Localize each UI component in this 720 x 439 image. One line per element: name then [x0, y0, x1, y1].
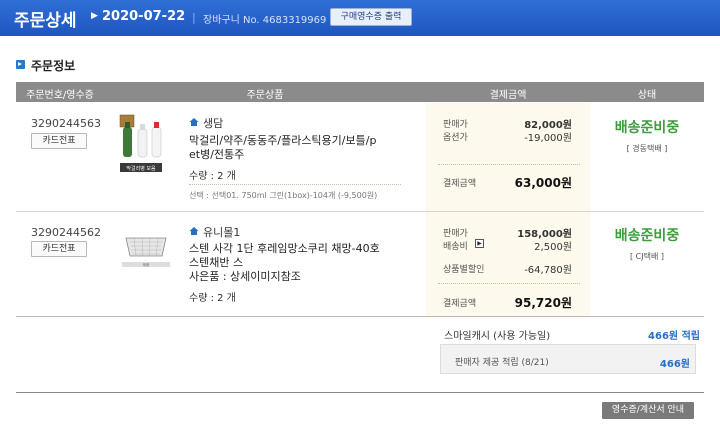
section-divider — [16, 392, 704, 393]
option-text: 선택 : 선택01. 750ml 그린(1box)-104개 (-9,500원) — [189, 191, 378, 200]
product-thumbnail[interactable]: 막걸리병 모음 — [118, 113, 174, 175]
row-divider — [16, 316, 704, 317]
home-icon[interactable] — [189, 226, 199, 236]
divider — [438, 164, 580, 165]
thumbnail-caption: 제품 — [143, 262, 150, 267]
status-badge: 배송준비중 — [614, 228, 680, 244]
divider: | — [192, 11, 196, 24]
row-divider — [16, 211, 704, 212]
bullet-icon — [16, 60, 25, 69]
home-icon[interactable] — [189, 117, 199, 127]
pay-label: 상품별할인 — [443, 265, 485, 275]
section-title: 주문정보 — [31, 59, 76, 73]
product-name-line[interactable]: et병/전통주 — [189, 148, 244, 162]
pay-total-label: 결제금액 — [443, 299, 477, 309]
divider — [189, 184, 401, 185]
pay-label: 판매가 — [443, 229, 468, 239]
product-name-line[interactable]: 스텐채반 스 — [189, 256, 243, 270]
seller-name[interactable]: 유니몰1 — [203, 224, 240, 240]
card-slip-button[interactable]: 카드전표 — [31, 241, 87, 257]
pay-value: -19,000원 — [524, 133, 572, 144]
gift-text: 사은품 : 상세이미지참조 — [189, 270, 301, 283]
col-header-order: 주문번호/영수증 — [26, 90, 94, 101]
pay-value: 2,500원 — [534, 242, 572, 253]
seller-reward-value: 466원 — [659, 359, 690, 370]
thumbnail-caption: 막걸리병 모음 — [126, 165, 156, 172]
col-header-product: 주문상품 — [246, 90, 284, 101]
pay-total-value: 95,720원 — [514, 296, 572, 310]
card-slip-button[interactable]: 카드전표 — [31, 133, 87, 149]
smile-cash-label: 스마일캐시 (사용 가능일) — [444, 331, 551, 342]
print-receipt-button[interactable]: 구매영수증 출력 — [330, 8, 412, 26]
cart-number: 장바구니 No. 4683319969 — [203, 15, 327, 26]
col-header-payment: 결제금액 — [489, 90, 527, 101]
smile-cash-value: 466원 적립 — [648, 331, 700, 342]
receipt-guide-button[interactable]: 영수증/계산서 안내 — [602, 402, 694, 419]
courier-name: [ 경동택배 ] — [626, 144, 668, 153]
seller-reward-label: 판매자 제공 적립 (8/21) — [455, 358, 549, 368]
quantity: 수량 : 2 개 — [189, 171, 236, 182]
page-title: 주문상세 — [14, 11, 77, 31]
pay-label: 배송비 — [443, 242, 468, 252]
info-arrow-icon[interactable]: ▶ — [475, 239, 484, 248]
product-name-line[interactable]: 스텐 사각 1단 후레임망소쿠리 채망-40호 — [189, 242, 380, 256]
product-name-line[interactable]: 막걸리/약주/동동주/플라스틱용기/보틀/p — [189, 134, 376, 148]
order-number: 3290244562 — [31, 226, 101, 239]
pay-label: 옵션가 — [443, 133, 468, 143]
pay-total-label: 결제금액 — [443, 179, 477, 189]
col-header-status: 상태 — [637, 90, 657, 101]
pay-total-value: 63,000원 — [514, 176, 572, 190]
product-thumbnail[interactable]: 제품 — [118, 226, 174, 270]
pay-label: 판매가 — [443, 120, 468, 130]
order-number: 3290244563 — [31, 117, 101, 130]
chevron-right-icon: ▶ — [91, 11, 98, 21]
seller-name[interactable]: 생담 — [203, 115, 223, 131]
pay-value: -64,780원 — [524, 265, 572, 276]
divider — [438, 283, 580, 284]
status-badge: 배송준비중 — [614, 120, 680, 136]
courier-name: [ CJ택배 ] — [630, 252, 664, 261]
order-date: 2020-07-22 — [102, 9, 186, 24]
quantity: 수량 : 2 개 — [189, 293, 236, 304]
